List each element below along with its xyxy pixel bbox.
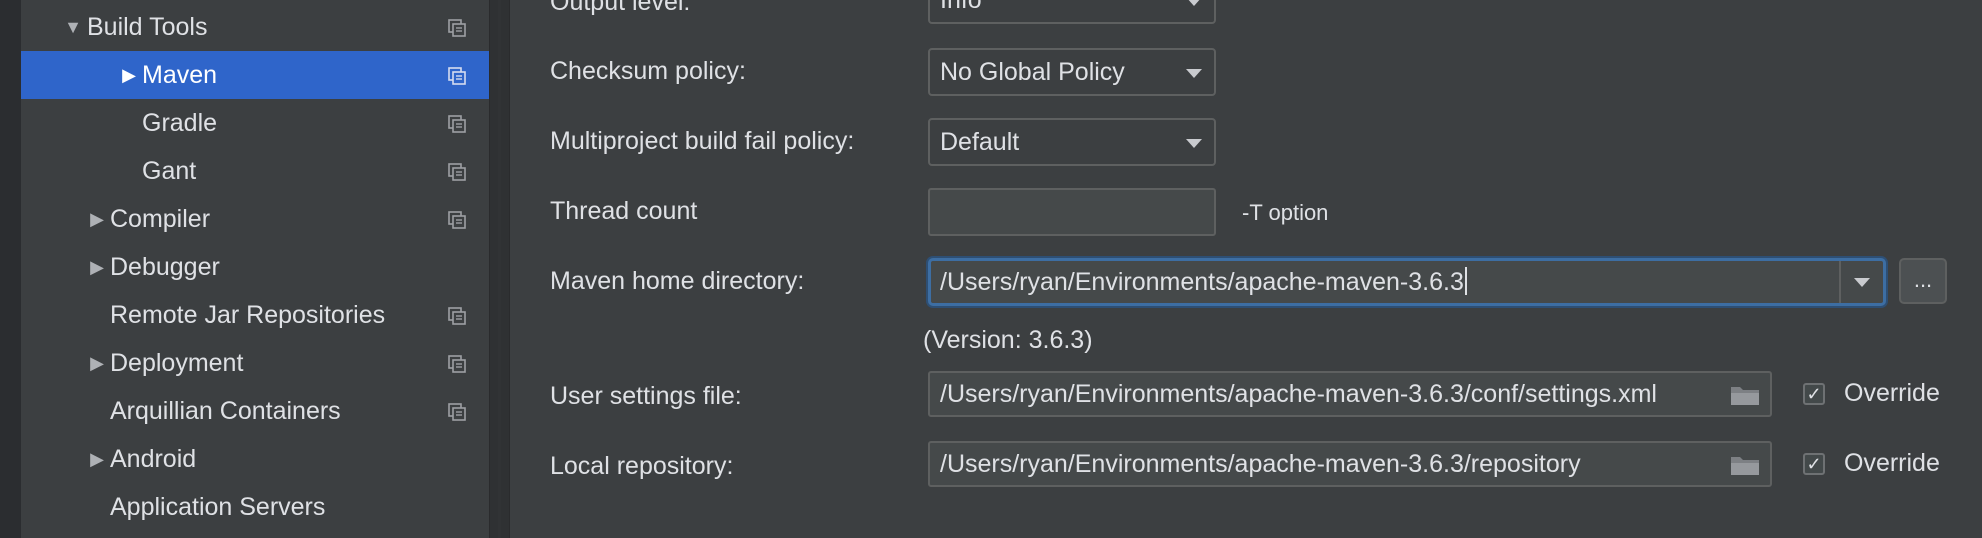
tree-item-label: Maven	[142, 61, 218, 89]
tree-item-label: Debugger	[110, 253, 220, 281]
tree-item-label: Remote Jar Repositories	[110, 301, 386, 329]
project-settings-icon	[448, 163, 466, 181]
tree-item-label: Gant	[142, 157, 197, 185]
output-level-label: Output level:	[550, 0, 691, 16]
tree-item-gradle[interactable]: Gradle	[21, 99, 489, 147]
output-level-value: Info	[940, 0, 982, 14]
tree-item-deployment[interactable]: ▶ Deployment	[21, 339, 489, 387]
local-repository-override-label: Override	[1844, 449, 1940, 477]
project-settings-icon	[448, 211, 466, 229]
folder-icon[interactable]	[1730, 453, 1760, 477]
local-repository-value: /Users/ryan/Environments/apache-maven-3.…	[940, 450, 1581, 478]
tree-item-label: Build Tools	[87, 13, 208, 41]
maven-home-label: Maven home directory:	[550, 267, 805, 295]
maven-settings-panel: Output level: Info Checksum policy: No G…	[510, 0, 1982, 538]
tree-item-label: Application Servers	[110, 493, 326, 521]
project-settings-icon	[448, 355, 466, 373]
maven-home-value[interactable]: /Users/ryan/Environments/apache-maven-3.…	[940, 261, 1467, 303]
tree-item-build-tools[interactable]: ▼ Build Tools	[21, 3, 489, 51]
local-repository-override-checkbox[interactable]: ✓	[1803, 453, 1825, 475]
local-repository-field[interactable]: /Users/ryan/Environments/apache-maven-3.…	[928, 441, 1772, 487]
tree-item-label: Android	[110, 445, 197, 473]
tree-item-maven[interactable]: ▶ Maven	[21, 51, 489, 99]
collapsed-arrow-icon[interactable]: ▶	[86, 195, 108, 243]
collapsed-arrow-icon[interactable]: ▶	[86, 243, 108, 291]
tree-item-remote-jar-repositories[interactable]: Remote Jar Repositories	[21, 291, 489, 339]
thread-count-hint: -T option	[1242, 200, 1329, 225]
project-settings-icon	[448, 115, 466, 133]
checksum-policy-dropdown[interactable]: No Global Policy	[928, 48, 1216, 96]
multiproject-fail-policy-label: Multiproject build fail policy:	[550, 127, 855, 155]
collapsed-arrow-icon[interactable]: ▶	[118, 51, 140, 99]
chevron-down-icon	[1186, 69, 1202, 78]
project-settings-icon	[448, 67, 466, 85]
tree-item-application-servers[interactable]: Application Servers	[21, 483, 489, 531]
left-gutter	[0, 0, 21, 538]
collapsed-arrow-icon[interactable]: ▶	[86, 435, 108, 483]
tree-item-gant[interactable]: Gant	[21, 147, 489, 195]
user-settings-field[interactable]: /Users/ryan/Environments/apache-maven-3.…	[928, 371, 1772, 417]
local-repository-label: Local repository:	[550, 452, 734, 480]
text-caret	[1464, 267, 1467, 295]
user-settings-value: /Users/ryan/Environments/apache-maven-3.…	[940, 380, 1657, 408]
maven-home-combo[interactable]: /Users/ryan/Environments/apache-maven-3.…	[928, 258, 1886, 306]
maven-version-label: (Version: 3.6.3)	[923, 326, 1093, 354]
chevron-down-icon[interactable]	[1854, 278, 1870, 287]
tree-item-compiler[interactable]: ▶ Compiler	[21, 195, 489, 243]
tree-item-label: Compiler	[110, 205, 211, 233]
tree-item-label: Gradle	[142, 109, 218, 137]
panel-splitter[interactable]	[489, 0, 510, 538]
user-settings-override-checkbox[interactable]: ✓	[1803, 383, 1825, 405]
project-settings-icon	[448, 19, 466, 37]
tree-item-arquillian-containers[interactable]: Arquillian Containers	[21, 387, 489, 435]
folder-icon[interactable]	[1730, 383, 1760, 407]
thread-count-input[interactable]	[928, 188, 1216, 236]
checksum-policy-value: No Global Policy	[940, 58, 1125, 86]
expanded-arrow-icon[interactable]: ▼	[62, 3, 84, 51]
tree-item-label: Arquillian Containers	[110, 397, 341, 425]
user-settings-override-label: Override	[1844, 379, 1940, 407]
settings-tree: ▼ Build Tools ▶ Maven Gradle Gant ▶ Comp…	[21, 0, 489, 538]
user-settings-label: User settings file:	[550, 382, 742, 410]
chevron-down-icon	[1186, 0, 1202, 6]
multiproject-fail-policy-dropdown[interactable]: Default	[928, 118, 1216, 166]
tree-item-android[interactable]: ▶ Android	[21, 435, 489, 483]
settings-window: ▼ Build Tools ▶ Maven Gradle Gant ▶ Comp…	[0, 0, 1982, 538]
tree-item-label: Deployment	[110, 349, 244, 377]
combo-separator	[1839, 261, 1841, 303]
multiproject-fail-policy-value: Default	[940, 128, 1020, 156]
browse-maven-home-button[interactable]: ...	[1899, 258, 1947, 304]
collapsed-arrow-icon[interactable]: ▶	[86, 339, 108, 387]
project-settings-icon	[448, 307, 466, 325]
checksum-policy-label: Checksum policy:	[550, 57, 746, 85]
output-level-dropdown[interactable]: Info	[928, 0, 1216, 24]
project-settings-icon	[448, 403, 466, 421]
thread-count-label: Thread count	[550, 197, 698, 225]
chevron-down-icon	[1186, 139, 1202, 148]
tree-item-debugger[interactable]: ▶ Debugger	[21, 243, 489, 291]
